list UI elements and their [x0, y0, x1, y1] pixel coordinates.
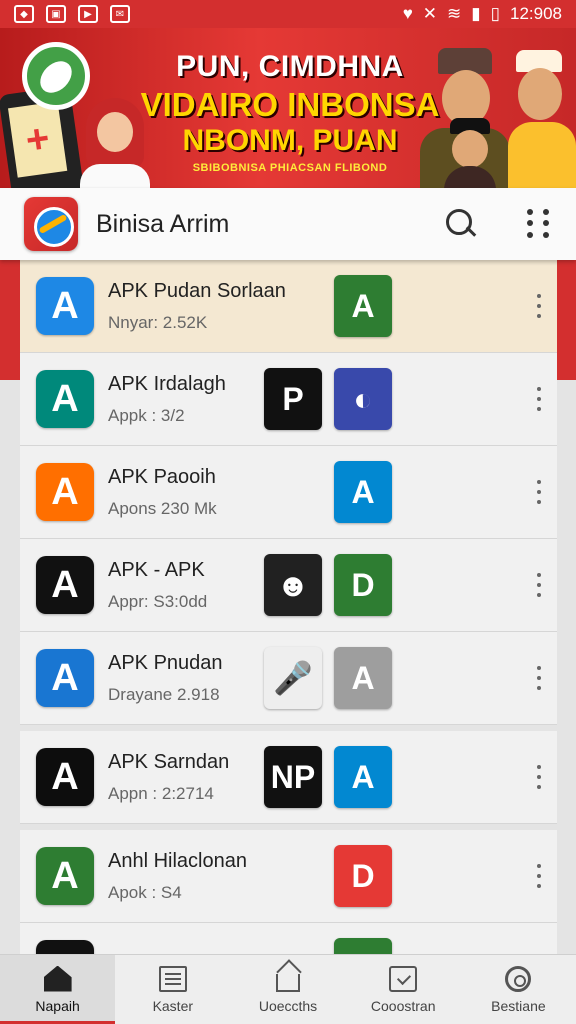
- more-options-icon[interactable]: [535, 294, 543, 318]
- nav-label: Kaster: [152, 997, 194, 1014]
- app-thumbnail[interactable]: D: [334, 845, 392, 907]
- app-bar: Binisa Arrim: [0, 188, 576, 260]
- list-item[interactable]: A APK Pudan Sorlaan Nnyar: 2.52K A: [20, 260, 557, 353]
- mute-icon: ✕: [422, 4, 438, 23]
- banner-line-3: NBONM, PUAN: [182, 124, 398, 157]
- search-icon[interactable]: [444, 207, 478, 241]
- app-icon: ◆: [14, 5, 34, 23]
- app-name: APK Pudan Sorlaan: [108, 279, 286, 302]
- app-icon[interactable]: A: [36, 277, 94, 335]
- image-icon: ▣: [46, 5, 66, 23]
- side-accent-left: [0, 260, 22, 380]
- app-thumbnail[interactable]: D: [334, 554, 392, 616]
- app-title: Binisa Arrim: [96, 209, 230, 238]
- more-options-icon[interactable]: [535, 666, 543, 690]
- battery-icon: ▯: [490, 4, 500, 23]
- list-item[interactable]: A APK Paooih Apons 230 Mk A: [20, 446, 557, 539]
- app-logo-icon[interactable]: [24, 197, 78, 251]
- nav-item-0[interactable]: Napaih: [0, 955, 116, 1024]
- bottom-nav: Napaih Kaster Uoeccths Cooostran Bestiane: [0, 954, 576, 1024]
- app-meta: Apons 230 Mk: [108, 498, 217, 518]
- nav-item-3[interactable]: Cooostran: [346, 955, 461, 1024]
- wifi-icon: ≋: [447, 4, 462, 23]
- more-options-icon[interactable]: [535, 573, 543, 597]
- app-thumbnail[interactable]: A: [334, 647, 392, 709]
- signal-icon: ▮: [471, 4, 481, 23]
- nav-item-4[interactable]: Bestiane: [461, 955, 576, 1024]
- more-options-icon[interactable]: [535, 387, 543, 411]
- nav-label: Uoeccths: [258, 997, 318, 1014]
- man-illustration: [508, 50, 576, 188]
- app-thumbnail[interactable]: P: [264, 368, 322, 430]
- list-item[interactable]: A APK Irdalagh Appk : 3/2 P ◐: [20, 353, 557, 446]
- more-options-icon[interactable]: [535, 765, 543, 789]
- app-icon[interactable]: A: [36, 463, 94, 521]
- settings-icon: [505, 965, 532, 992]
- app-thumbnail[interactable]: A: [334, 746, 392, 808]
- nav-label: Cooostran: [370, 997, 436, 1014]
- app-icon[interactable]: A: [36, 748, 94, 806]
- app-thumbnail[interactable]: A: [334, 938, 392, 954]
- banner-line-1: PUN, CIMDHNA: [176, 50, 404, 83]
- app-name: APK Paooih: [108, 465, 216, 488]
- side-accent-right: [554, 260, 576, 380]
- app-meta: Nnyar: 2.52K: [108, 312, 208, 332]
- list-item-text: APK Pudan Sorlaan Nnyar: 2.52K: [108, 280, 298, 333]
- app-thumbnail[interactable]: 🎤: [264, 647, 322, 709]
- promo-banner[interactable]: PUN, CIMDHNA VIDAIRO INBONSA NBONM, PUAN…: [0, 28, 576, 188]
- boy-illustration: [440, 118, 500, 188]
- grid-dots-icon[interactable]: [526, 209, 552, 239]
- status-time: 12:908: [510, 4, 562, 23]
- app-thumbnail[interactable]: ◐: [334, 368, 392, 430]
- list-item[interactable]: ADak APK NaorlaanA: [20, 923, 557, 954]
- app-icon[interactable]: A: [36, 940, 94, 954]
- house-icon: [276, 973, 300, 992]
- nav-label: Bestiane: [491, 997, 546, 1014]
- app-thumbnail[interactable]: NP: [264, 746, 322, 808]
- app-icon[interactable]: A: [36, 370, 94, 428]
- list-item-text: Anhl Hilaclonan Apok : S4: [108, 850, 298, 903]
- list-item-text: APK Paooih Apons 230 Mk: [108, 466, 298, 519]
- video-icon: ▶: [78, 5, 98, 23]
- inbox-icon: [389, 965, 418, 992]
- home-icon: [43, 965, 72, 992]
- msg-icon: ✉: [110, 5, 130, 23]
- app-thumbnail[interactable]: A: [334, 461, 392, 523]
- app-icon[interactable]: A: [36, 649, 94, 707]
- list-item[interactable]: A APK - APK Appr: S3:0dd ☻ D: [20, 539, 557, 632]
- app-thumbnail[interactable]: A: [334, 275, 392, 337]
- nav-item-1[interactable]: Kaster: [115, 955, 230, 1024]
- banner-title: PUN, CIMDHNA VIDAIRO INBONSA NBONM, PUAN…: [140, 50, 440, 174]
- list-icon: [158, 965, 187, 992]
- more-options-icon[interactable]: [535, 480, 543, 504]
- status-bar: ◆ ▣ ▶ ✉ ♥ ✕ ≋ ▮ ▯ 12:908: [0, 0, 576, 28]
- app-name: Anhl Hilaclonan: [108, 849, 247, 872]
- app-thumbnail[interactable]: ☻: [264, 554, 322, 616]
- list-item[interactable]: A APK Sarndan Appn : 2:2714 NP A: [20, 731, 557, 824]
- nav-label: Napaih: [35, 997, 80, 1014]
- more-options-icon[interactable]: [535, 864, 543, 888]
- app-list: A APK Pudan Sorlaan Nnyar: 2.52K A A APK Irda…: [20, 260, 557, 954]
- list-item[interactable]: A Anhl Hilaclonan Apok : S4 D: [20, 830, 557, 923]
- banner-line-2: VIDAIRO INBONSA: [140, 86, 440, 123]
- heart-icon: ♥: [402, 4, 413, 23]
- nav-item-2[interactable]: Uoeccths: [230, 955, 345, 1024]
- app-icon[interactable]: A: [36, 847, 94, 905]
- app-meta: Apok : S4: [108, 882, 182, 902]
- list-item[interactable]: A APK Pnudan Drayane 2.918 🎤 A: [20, 632, 557, 725]
- app-icon[interactable]: A: [36, 556, 94, 614]
- banner-line-4: SBIBOBNISA PHIACSAN FLIBOND: [192, 162, 388, 174]
